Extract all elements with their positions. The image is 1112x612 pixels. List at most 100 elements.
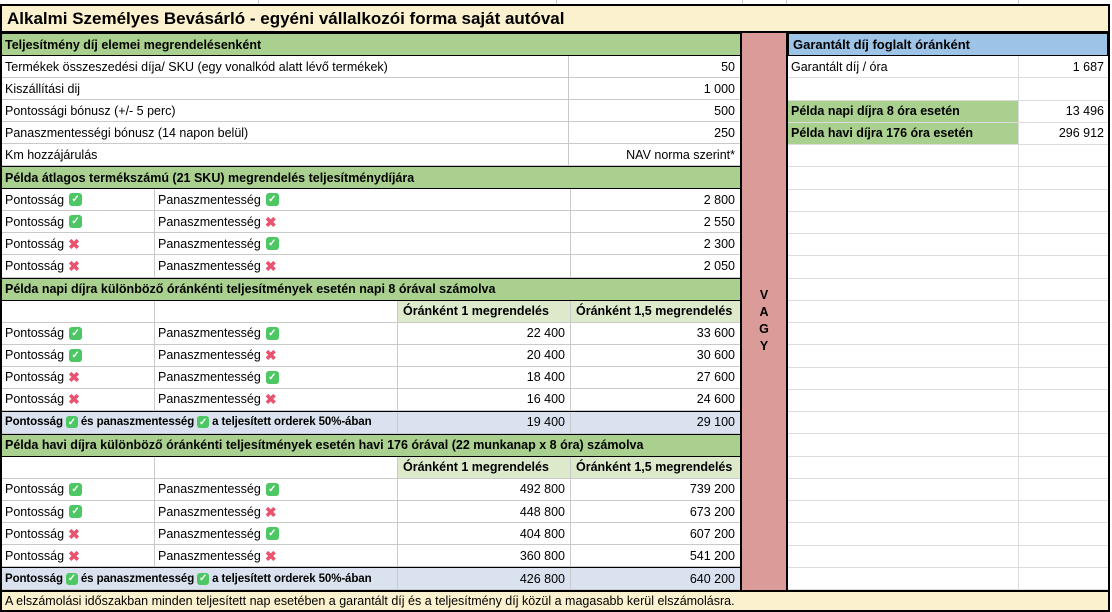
value-cell[interactable]: 16 400 <box>397 389 570 410</box>
value-cell[interactable]: 20 400 <box>397 345 570 366</box>
guaranteed-value-cell[interactable]: 296 912 <box>1018 123 1108 144</box>
value-cell[interactable]: 24 600 <box>570 389 740 410</box>
pontossag-cell[interactable]: Pontosság✖ <box>2 545 154 566</box>
column-header-cell[interactable]: Óránként 1,5 megrendelés <box>570 301 740 322</box>
section-header-row[interactable]: Példa napi díjra különböző óránkénti tel… <box>2 278 740 301</box>
pontossag-cell[interactable]: Pontosság✖ <box>2 255 154 276</box>
pontossag-cell[interactable]: Pontosság✓ <box>2 479 154 500</box>
pontossag-cell[interactable]: Pontosság✖ <box>2 233 154 254</box>
empty-cell[interactable] <box>788 234 1018 255</box>
empty-cell[interactable] <box>788 501 1018 522</box>
empty-cell[interactable] <box>788 457 1018 478</box>
value-cell[interactable]: 404 800 <box>397 523 570 544</box>
section-header-row[interactable]: Teljesítmény díj elemei megrendelésenkén… <box>2 33 740 56</box>
empty-cell[interactable] <box>154 457 397 478</box>
empty-cell[interactable] <box>788 390 1018 411</box>
fee-value-cell[interactable]: 1 000 <box>568 78 740 99</box>
pontossag-cell[interactable]: Pontosság✓ <box>2 189 154 210</box>
panaszmentesseg-cell[interactable]: Panaszmentesség✓ <box>154 323 397 344</box>
guaranteed-value-cell[interactable]: 1 687 <box>1018 56 1108 77</box>
value-cell[interactable]: 448 800 <box>397 501 570 522</box>
value-cell[interactable]: 2 050 <box>570 255 740 276</box>
empty-cell[interactable] <box>788 190 1018 211</box>
value-cell[interactable]: 640 200 <box>570 568 740 589</box>
fee-label-cell[interactable]: Termékek összeszedési díja/ SKU (egy von… <box>2 56 568 77</box>
empty-cell[interactable] <box>1018 568 1108 589</box>
empty-cell[interactable] <box>788 412 1018 433</box>
value-cell[interactable]: 30 600 <box>570 345 740 366</box>
guaranteed-label-cell[interactable]: Példa napi díjra 8 óra esetén <box>788 101 1018 122</box>
panaszmentesseg-cell[interactable]: Panaszmentesség✖ <box>154 255 570 276</box>
value-cell[interactable]: 19 400 <box>397 412 570 433</box>
value-cell[interactable]: 27 600 <box>570 367 740 388</box>
fee-label-cell[interactable]: Pontossági bónusz (+/- 5 perc) <box>2 100 568 121</box>
fee-label-cell[interactable]: Km hozzájárulás <box>2 144 568 165</box>
summary-label-cell[interactable]: Pontosság✓és panaszmentesség✓a teljesíte… <box>2 412 397 433</box>
fee-value-cell[interactable]: NAV norma szerint* <box>568 144 740 165</box>
fee-label-cell[interactable]: Panaszmentességi bónusz (14 napon belül) <box>2 122 568 143</box>
empty-cell[interactable] <box>788 434 1018 455</box>
empty-cell[interactable] <box>154 301 397 322</box>
value-cell[interactable]: 2 300 <box>570 233 740 254</box>
empty-cell[interactable] <box>1018 457 1108 478</box>
or-divider-cell[interactable]: VAGY <box>742 33 788 590</box>
empty-cell[interactable] <box>1018 434 1108 455</box>
empty-cell[interactable] <box>788 279 1018 300</box>
empty-cell[interactable] <box>1018 323 1108 344</box>
empty-cell[interactable] <box>1018 212 1108 233</box>
value-cell[interactable]: 492 800 <box>397 479 570 500</box>
empty-cell[interactable] <box>1018 412 1108 433</box>
summary-label-cell[interactable]: Pontosság✓és panaszmentesség✓a teljesíte… <box>2 568 397 589</box>
empty-cell[interactable] <box>1018 234 1108 255</box>
empty-cell[interactable] <box>788 523 1018 544</box>
footer-note-cell[interactable]: A elszámolási időszakban minden teljesít… <box>0 590 1110 612</box>
guaranteed-value-cell[interactable] <box>1018 78 1108 99</box>
empty-cell[interactable] <box>1018 279 1108 300</box>
column-header-cell[interactable]: Óránként 1 megrendelés <box>397 301 570 322</box>
section-header-row[interactable]: Példa átlagos termékszámú (21 SKU) megre… <box>2 166 740 189</box>
sheet-title-cell[interactable]: Alkalmi Személyes Bevásárló - egyéni vál… <box>0 4 1110 33</box>
pontossag-cell[interactable]: Pontosság✓ <box>2 501 154 522</box>
fee-label-cell[interactable]: Kiszállítási dij <box>2 78 568 99</box>
fee-value-cell[interactable]: 250 <box>568 122 740 143</box>
guaranteed-label-cell[interactable]: Példa havi díjra 176 óra esetén <box>788 123 1018 144</box>
panaszmentesseg-cell[interactable]: Panaszmentesség✓ <box>154 189 570 210</box>
value-cell[interactable]: 607 200 <box>570 523 740 544</box>
panaszmentesseg-cell[interactable]: Panaszmentesség✓ <box>154 479 397 500</box>
empty-cell[interactable] <box>788 323 1018 344</box>
empty-cell[interactable] <box>1018 546 1108 567</box>
section-header-row[interactable]: Példa havi díjra különböző óránkénti tel… <box>2 434 740 457</box>
fee-value-cell[interactable]: 50 <box>568 56 740 77</box>
pontossag-cell[interactable]: Pontosság✖ <box>2 389 154 410</box>
guaranteed-label-cell[interactable]: Garantált díj / óra <box>788 56 1018 77</box>
empty-cell[interactable] <box>788 212 1018 233</box>
empty-cell[interactable] <box>788 345 1018 366</box>
value-cell[interactable]: 29 100 <box>570 412 740 433</box>
empty-cell[interactable] <box>788 301 1018 322</box>
guaranteed-panel-header[interactable]: Garantált díj foglalt óránként <box>788 33 1108 56</box>
column-header-cell[interactable]: Óránként 1,5 megrendelés <box>570 457 740 478</box>
pontossag-cell[interactable]: Pontosság✖ <box>2 367 154 388</box>
panaszmentesseg-cell[interactable]: Panaszmentesség✖ <box>154 211 570 232</box>
panaszmentesseg-cell[interactable]: Panaszmentesség✓ <box>154 523 397 544</box>
value-cell[interactable]: 2 800 <box>570 189 740 210</box>
pontossag-cell[interactable]: Pontosság✓ <box>2 323 154 344</box>
guaranteed-value-cell[interactable]: 13 496 <box>1018 101 1108 122</box>
empty-cell[interactable] <box>1018 479 1108 500</box>
empty-cell[interactable] <box>1018 301 1108 322</box>
value-cell[interactable]: 33 600 <box>570 323 740 344</box>
empty-cell[interactable] <box>1018 145 1108 166</box>
empty-cell[interactable] <box>788 568 1018 589</box>
panaszmentesseg-cell[interactable]: Panaszmentesség✖ <box>154 545 397 566</box>
value-cell[interactable]: 673 200 <box>570 501 740 522</box>
panaszmentesseg-cell[interactable]: Panaszmentesség✖ <box>154 501 397 522</box>
empty-cell[interactable] <box>1018 501 1108 522</box>
empty-cell[interactable] <box>1018 167 1108 188</box>
value-cell[interactable]: 541 200 <box>570 545 740 566</box>
empty-cell[interactable] <box>1018 256 1108 277</box>
panaszmentesseg-cell[interactable]: Panaszmentesség✖ <box>154 345 397 366</box>
value-cell[interactable]: 360 800 <box>397 545 570 566</box>
pontossag-cell[interactable]: Pontosság✖ <box>2 523 154 544</box>
empty-cell[interactable] <box>1018 390 1108 411</box>
panaszmentesseg-cell[interactable]: Panaszmentesség✓ <box>154 367 397 388</box>
